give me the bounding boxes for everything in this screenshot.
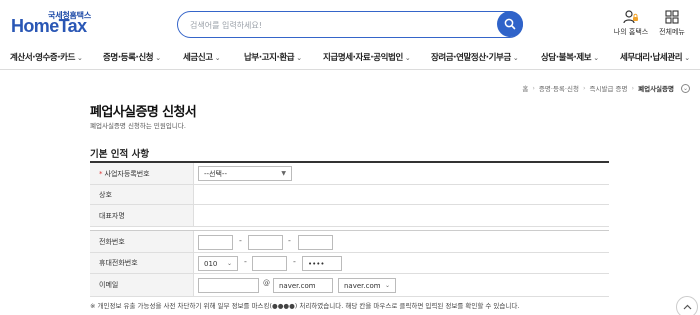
nav-item-consultation[interactable]: 상담·불복·제보 ⌄ <box>541 51 599 63</box>
breadcrumb-home[interactable]: 홈 <box>522 83 528 93</box>
biz-no-label-text: 사업자등록번호 <box>104 169 150 178</box>
company-label: 상호 <box>90 185 194 204</box>
main-nav: 계산서·영수증·카드 ⌄ 증명·등록·신청 ⌄ 세금신고 ⌄ 납부·고지·환급 ⌄ 지급… <box>0 44 700 70</box>
dash-separator: - <box>244 257 247 266</box>
logo-wordmark: HomeTax <box>11 16 87 36</box>
chevron-down-icon: ⌄ <box>296 54 302 62</box>
company-label-text: 상호 <box>99 190 112 199</box>
nav-item-tax-agent[interactable]: 세무대리·납세관리 ⌄ <box>620 51 690 63</box>
breadcrumb-current: 폐업사실증명 <box>638 85 674 93</box>
grid-menu-icon <box>665 10 679 24</box>
user-lock-icon <box>623 10 638 24</box>
form-row-mobile: 휴대전화번호 010 ⌄ - - •••• <box>90 253 609 274</box>
nav-item-label: 지급명세·자료·공익법인 <box>323 53 403 63</box>
chevron-down-icon: ⌄ <box>512 54 519 62</box>
nav-item-payment[interactable]: 납부·고지·환급 ⌄ <box>244 51 302 63</box>
chevron-down-icon: ⌄ <box>155 54 161 62</box>
email-domain-select-value: naver.com <box>344 281 381 290</box>
masking-notice: ※ 개인정보 유출 가능성을 사전 차단하기 위해 일부 정보를 마스킹(●●●… <box>90 302 520 310</box>
biz-no-cell: --선택-- ▼ <box>194 163 609 184</box>
page-subtitle: 폐업사실증명 신청하는 민원입니다. <box>90 122 186 130</box>
mobile-cell: 010 ⌄ - - •••• <box>194 253 609 273</box>
breadcrumb-separator: › <box>631 84 635 92</box>
email-local-field[interactable] <box>198 278 259 293</box>
email-label-text: 이메일 <box>99 281 119 289</box>
phone-label-text: 전화번호 <box>99 237 125 246</box>
hometax-logo[interactable]: 국세청홈택스 HomeTax <box>11 10 91 38</box>
email-domain-value: naver.com <box>279 281 316 290</box>
form-row-email: 이메일 @ naver.com naver.com ⌄ <box>90 274 609 297</box>
nav-item-label: 세금신고 <box>183 53 213 63</box>
nav-item-tax-filing[interactable]: 세금신고 ⌄ <box>183 51 221 63</box>
nav-item-statements[interactable]: 지급명세·자료·공익법인 ⌄ <box>323 51 411 63</box>
nav-item-label: 장려금·연말정산·기부금 <box>431 53 511 63</box>
chevron-down-icon: ▼ <box>281 170 286 177</box>
form-row-representative: 대표자명 <box>90 205 609 227</box>
all-menu-button[interactable]: 전체메뉴 <box>648 10 696 37</box>
search-icon <box>504 18 516 30</box>
breadcrumb-item[interactable]: 증명·등록·신청 <box>539 83 579 93</box>
chevron-down-icon: ⌄ <box>226 260 232 267</box>
header: 국세청홈택스 HomeTax 나의 홈택스 전체메뉴 <box>0 0 700 42</box>
nav-item-label: 증명·등록·신청 <box>103 53 154 63</box>
form-row-company: 상호 <box>90 185 609 205</box>
phone-field-1[interactable] <box>198 235 233 250</box>
phone-label: 전화번호 <box>90 231 194 252</box>
search-button[interactable] <box>497 11 523 37</box>
mobile-field-2[interactable] <box>252 256 287 271</box>
mobile-prefix-select[interactable]: 010 ⌄ <box>198 256 238 271</box>
mobile-masked-value: •••• <box>308 259 325 268</box>
chevron-down-icon: ⌄ <box>593 54 599 62</box>
breadcrumb-separator: › <box>582 84 586 92</box>
chevron-down-icon: ⌄ <box>684 54 690 62</box>
dash-separator: - <box>293 257 296 266</box>
nav-item-incentives[interactable]: 장려금·연말정산·기부금 ⌄ <box>431 51 519 63</box>
form-row-biz-no: * 사업자등록번호 --선택-- ▼ <box>90 163 609 185</box>
nav-item-label: 납부·고지·환급 <box>244 53 295 63</box>
mobile-prefix-value: 010 <box>204 259 218 268</box>
email-domain-select[interactable]: naver.com ⌄ <box>338 278 396 293</box>
search-input[interactable] <box>190 17 490 33</box>
company-value <box>194 185 609 204</box>
breadcrumb-item[interactable]: 즉시발급 증명 <box>590 83 628 93</box>
phone-field-2[interactable] <box>248 235 283 250</box>
nav-item-label: 세무대리·납세관리 <box>620 53 683 63</box>
email-label: 이메일 <box>90 274 194 296</box>
representative-value <box>194 205 609 226</box>
dash-separator: - <box>239 236 242 245</box>
representative-label-text: 대표자명 <box>99 211 125 220</box>
section-title: 기본 인적 사항 <box>90 149 150 160</box>
nav-item-certificates[interactable]: 증명·등록·신청 ⌄ <box>103 51 161 63</box>
mobile-field-3[interactable]: •••• <box>302 256 342 271</box>
mobile-label: 휴대전화번호 <box>90 253 194 273</box>
form-row-phone: 전화번호 - - <box>90 231 609 253</box>
nav-item-receipts[interactable]: 계산서·영수증·카드 ⌄ <box>10 51 83 63</box>
search-box <box>177 11 523 38</box>
chevron-down-icon: ⌄ <box>404 54 411 62</box>
representative-label: 대표자명 <box>90 205 194 226</box>
email-at-sign: @ <box>263 279 270 287</box>
dash-separator: - <box>288 236 291 245</box>
scroll-top-button[interactable] <box>676 296 698 315</box>
chevron-down-icon: ⌄ <box>77 54 83 62</box>
required-mark: * <box>99 169 103 178</box>
all-menu-label: 전체메뉴 <box>659 28 685 36</box>
breadcrumb-separator: › <box>532 84 535 92</box>
phone-field-3[interactable] <box>298 235 333 250</box>
biz-no-select-value: --선택-- <box>204 169 227 178</box>
nav-item-label: 상담·불복·제보 <box>541 53 592 63</box>
email-domain-field[interactable]: naver.com <box>273 278 333 293</box>
biz-no-label: * 사업자등록번호 <box>90 163 194 184</box>
breadcrumb: 홈 › 증명·등록·신청 › 즉시발급 증명 › 폐업사실증명 ⌄ <box>522 83 690 93</box>
page-title: 폐업사실증명 신청서 <box>90 105 197 120</box>
mobile-label-text: 휴대전화번호 <box>99 259 138 267</box>
phone-cell: - - <box>194 231 609 252</box>
email-cell: @ naver.com naver.com ⌄ <box>194 274 609 296</box>
chevron-down-icon: ⌄ <box>384 282 390 289</box>
nav-item-label: 계산서·영수증·카드 <box>10 53 76 63</box>
chevron-down-icon: ⌄ <box>214 54 221 62</box>
biz-no-select[interactable]: --선택-- ▼ <box>198 166 292 181</box>
breadcrumb-more-icon[interactable]: ⌄ <box>681 83 690 93</box>
chevron-up-icon <box>683 304 691 310</box>
